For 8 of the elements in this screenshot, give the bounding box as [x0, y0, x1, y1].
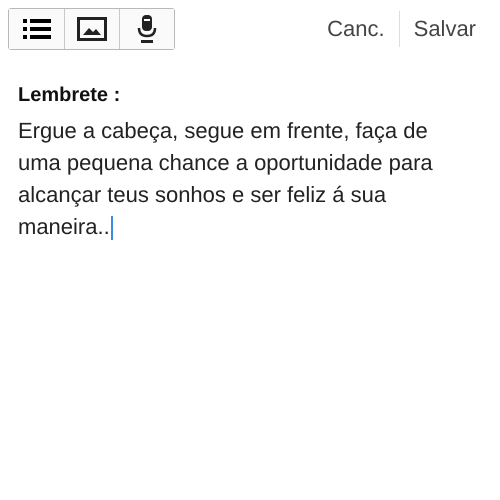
microphone-icon[interactable] [119, 9, 174, 49]
text-cursor [110, 216, 113, 240]
image-icon[interactable] [64, 9, 119, 49]
list-icon[interactable] [9, 9, 64, 49]
save-button[interactable]: Salvar [406, 16, 484, 42]
note-title: Lembrete : [18, 84, 122, 107]
cancel-button[interactable]: Canc. [319, 16, 393, 42]
note-text[interactable]: Ergue a cabeça, segue em frente, faça de uma pequena chance a oportunidade para alcançar teus sonhos e ser feliz á sua maneira.. [18, 115, 458, 243]
